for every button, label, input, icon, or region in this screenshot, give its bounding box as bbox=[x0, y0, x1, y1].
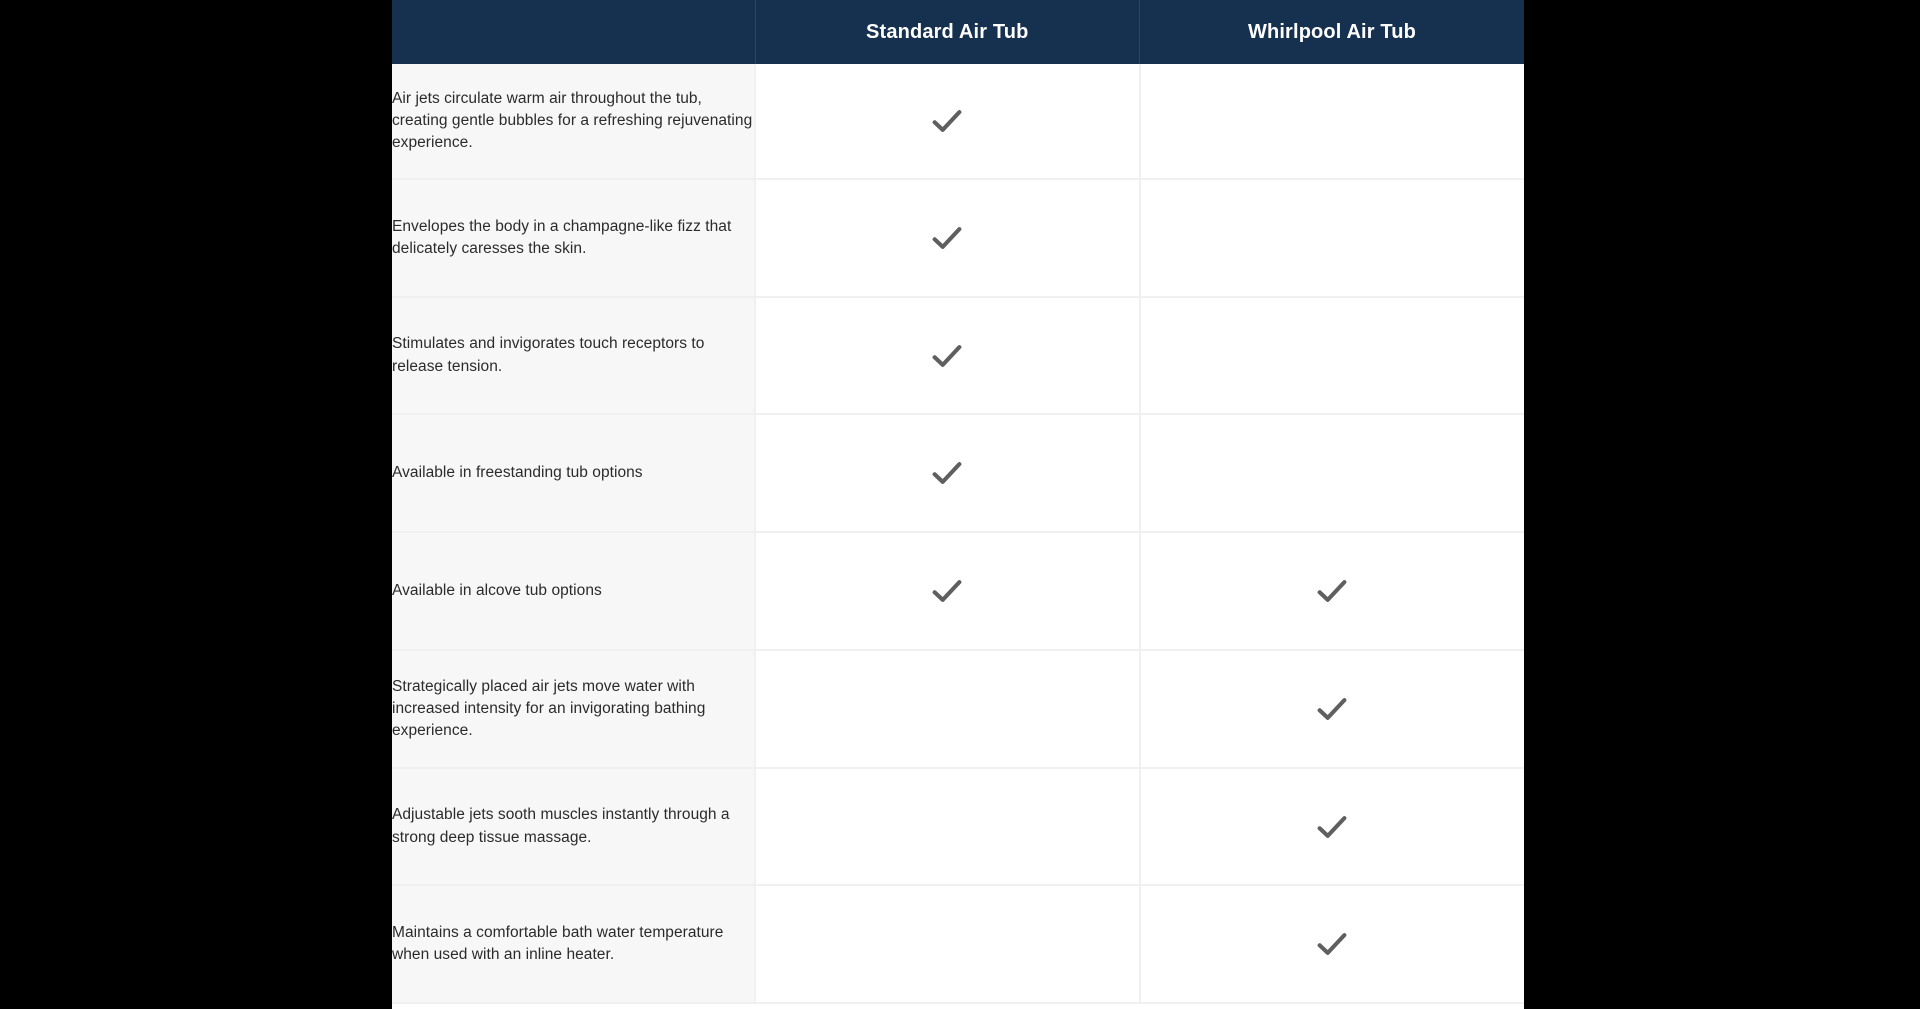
feature-description-text: Available in freestanding tub options bbox=[392, 463, 643, 481]
check-inner bbox=[756, 64, 1139, 178]
column-header-feature bbox=[392, 0, 756, 64]
checkmark-icon bbox=[932, 462, 962, 484]
checkmark-icon bbox=[932, 580, 962, 602]
table-row: Available in alcove tub options bbox=[392, 532, 1525, 651]
check-inner bbox=[1141, 886, 1525, 1002]
feature-description-cell: Envelopes the body in a champagne-like f… bbox=[392, 179, 756, 298]
page-root: Standard Air Tub Whirlpool Air Tub Air j… bbox=[0, 0, 1920, 1009]
feature-description-cell: Air jets circulate warm air throughout t… bbox=[392, 64, 756, 180]
feature-description-cell: Available in freestanding tub options bbox=[392, 414, 756, 533]
whirlpool-air-tub-cell bbox=[1139, 64, 1524, 180]
checkmark-icon bbox=[932, 110, 962, 132]
check-inner bbox=[756, 533, 1139, 649]
check-inner bbox=[1141, 651, 1525, 767]
feature-description-text: Air jets circulate warm air throughout t… bbox=[392, 89, 753, 152]
whirlpool-air-tub-cell bbox=[1139, 885, 1525, 1004]
check-inner bbox=[756, 180, 1139, 296]
table-body: Air jets circulate warm air throughout t… bbox=[392, 64, 1525, 1004]
standard-air-tub-cell bbox=[755, 885, 1141, 1004]
table-row: Strategically placed air jets move water… bbox=[392, 650, 1525, 769]
table-header: Standard Air Tub Whirlpool Air Tub bbox=[392, 0, 1524, 64]
whirlpool-air-tub-cell bbox=[1139, 179, 1524, 298]
table-header-row: Standard Air Tub Whirlpool Air Tub bbox=[392, 0, 1524, 64]
whirlpool-air-tub-cell bbox=[1139, 650, 1525, 769]
whirlpool-air-tub-cell bbox=[1139, 414, 1524, 533]
standard-air-tub-cell bbox=[755, 532, 1141, 651]
checkmark-icon bbox=[932, 227, 962, 249]
feature-description-cell: Strategically placed air jets move water… bbox=[392, 650, 756, 769]
check-inner bbox=[756, 415, 1139, 531]
checkmark-icon bbox=[1317, 815, 1347, 838]
feature-description-text: Adjustable jets sooth muscles instantly … bbox=[392, 806, 730, 846]
table-row: Envelopes the body in a champagne-like f… bbox=[392, 179, 1524, 298]
standard-air-tub-cell bbox=[755, 414, 1141, 533]
table-row: Maintains a comfortable bath water tempe… bbox=[392, 885, 1525, 1004]
whirlpool-air-tub-cell bbox=[1139, 532, 1525, 651]
standard-air-tub-cell bbox=[755, 650, 1141, 769]
standard-air-tub-cell bbox=[755, 768, 1141, 886]
check-inner bbox=[756, 298, 1139, 413]
whirlpool-air-tub-cell bbox=[1139, 297, 1524, 415]
feature-description-text: Stimulates and invigorates touch recepto… bbox=[392, 335, 705, 375]
checkmark-icon bbox=[1317, 580, 1347, 602]
feature-description-text: Strategically placed air jets move water… bbox=[392, 677, 706, 740]
checkmark-icon bbox=[1317, 933, 1347, 955]
whirlpool-air-tub-cell bbox=[1139, 768, 1525, 886]
check-inner bbox=[1141, 533, 1525, 649]
feature-description-text: Maintains a comfortable bath water tempe… bbox=[392, 923, 724, 963]
check-inner bbox=[1141, 769, 1525, 884]
column-header-standard-air-tub: Standard Air Tub bbox=[755, 0, 1140, 64]
feature-description-text: Envelopes the body in a champagne-like f… bbox=[392, 217, 732, 257]
table-row: Air jets circulate warm air throughout t… bbox=[392, 64, 1524, 180]
table-row: Available in freestanding tub options bbox=[392, 414, 1524, 533]
comparison-table: Standard Air Tub Whirlpool Air Tub Air j… bbox=[392, 0, 1524, 1004]
feature-description-text: Available in alcove tub options bbox=[392, 581, 602, 599]
table-row: Adjustable jets sooth muscles instantly … bbox=[392, 768, 1525, 886]
feature-description-cell: Available in alcove tub options bbox=[392, 532, 756, 651]
standard-air-tub-cell bbox=[755, 179, 1141, 298]
table-row: Stimulates and invigorates touch recepto… bbox=[392, 297, 1524, 415]
checkmark-icon bbox=[1317, 698, 1347, 720]
standard-air-tub-cell bbox=[755, 297, 1141, 415]
checkmark-icon bbox=[932, 344, 962, 367]
column-header-whirlpool-air-tub: Whirlpool Air Tub bbox=[1247, 20, 1417, 43]
feature-description-cell: Adjustable jets sooth muscles instantly … bbox=[392, 768, 756, 886]
feature-description-cell: Maintains a comfortable bath water tempe… bbox=[392, 885, 756, 1004]
standard-air-tub-cell bbox=[755, 64, 1141, 180]
comparison-table-container: Standard Air Tub Whirlpool Air Tub Air j… bbox=[392, 0, 1524, 1009]
feature-description-cell: Stimulates and invigorates touch recepto… bbox=[392, 297, 756, 415]
